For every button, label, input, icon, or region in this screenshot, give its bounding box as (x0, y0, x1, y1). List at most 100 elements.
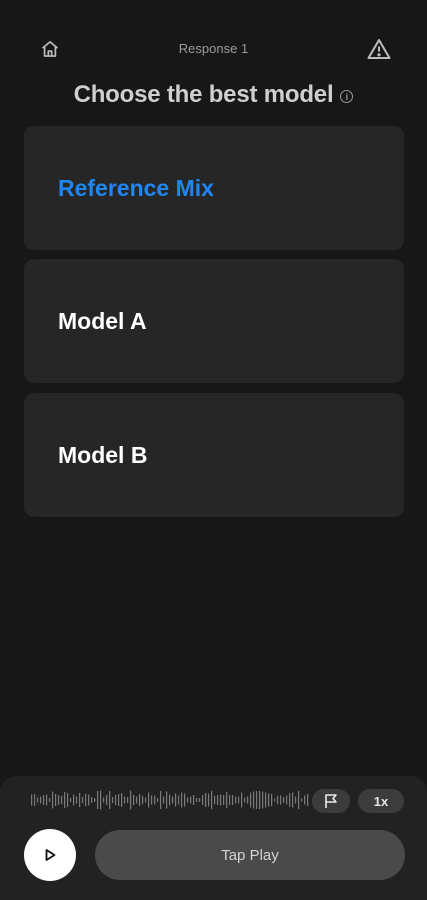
waveform-bar (163, 796, 165, 804)
waveform-bar (58, 795, 60, 805)
waveform-bar (178, 795, 180, 805)
waveform-bar (166, 791, 168, 809)
waveform-bar (40, 796, 42, 804)
waveform-bar (121, 793, 123, 807)
waveform-bar (217, 795, 219, 805)
waveform-bar (199, 798, 201, 802)
waveform-bar (298, 791, 300, 809)
waveform-bar (223, 795, 225, 805)
waveform-bar (154, 795, 156, 805)
waveform-bar (190, 796, 192, 804)
audio-player: 1x Tap Play (0, 776, 427, 900)
waveform-bar (250, 792, 252, 808)
waveform-bar (274, 798, 276, 802)
waveform-bar (271, 794, 273, 806)
waveform-bar (196, 798, 198, 802)
waveform-bar (292, 792, 294, 808)
warning-icon (367, 39, 391, 59)
waveform-bar (91, 797, 93, 803)
waveform-bar (268, 793, 270, 807)
waveform-bar (76, 796, 78, 804)
waveform-bar (214, 796, 216, 804)
waveform-bar (226, 792, 228, 808)
waveform-bar (34, 794, 36, 806)
heading-row: Choose the best model i (0, 80, 427, 110)
waveform-bar (124, 796, 126, 804)
waveform-bar (94, 798, 96, 802)
flag-icon (325, 794, 337, 808)
option-reference-mix[interactable]: Reference Mix (24, 126, 404, 250)
waveform-bar (73, 794, 75, 806)
waveform-bar (202, 795, 204, 805)
waveform-bar (193, 795, 195, 805)
flag-button[interactable] (312, 789, 350, 813)
waveform-bar (289, 793, 291, 807)
play-icon (45, 849, 56, 861)
waveform-bar (148, 792, 150, 808)
waveform-bar (49, 798, 51, 802)
waveform-icon[interactable] (30, 786, 310, 814)
top-bar: Response 1 (0, 0, 427, 80)
waveform-bar (151, 795, 153, 805)
waveform-bar (169, 794, 171, 806)
waveform-bar (106, 795, 108, 805)
waveform-bar (187, 797, 189, 803)
info-icon[interactable]: i (340, 90, 354, 103)
waveform-bar (67, 793, 69, 807)
waveform-bar (208, 793, 210, 807)
waveform-bar (286, 795, 288, 805)
waveform-bar (103, 797, 105, 803)
waveform-bar (97, 791, 99, 809)
waveform-bar (283, 797, 285, 803)
waveform-bar (52, 791, 54, 809)
waveform-bar (241, 792, 243, 808)
waveform-bar (100, 790, 102, 810)
waveform-bar (70, 798, 72, 802)
waveform-bar (301, 798, 303, 802)
waveform-bar (82, 797, 84, 803)
waveform-bar (256, 791, 258, 809)
waveform-bar (130, 790, 132, 810)
waveform-bar (64, 792, 66, 808)
waveform-bar (238, 796, 240, 804)
waveform-bar (232, 795, 234, 805)
waveform-bar (142, 796, 144, 804)
report-button[interactable] (365, 35, 393, 63)
waveform-bar (265, 792, 267, 808)
waveform-bar (304, 795, 306, 805)
option-model-a[interactable]: Model A (24, 259, 404, 383)
waveform-bar (145, 797, 147, 803)
waveform-bar (253, 791, 255, 809)
waveform-bar (172, 796, 174, 804)
waveform-bar (184, 793, 186, 807)
waveform-bar (139, 794, 141, 806)
waveform-bar (277, 796, 279, 804)
waveform-bar (211, 791, 213, 809)
play-button[interactable] (24, 829, 76, 881)
waveform-bar (259, 791, 261, 809)
tap-play-button[interactable]: Tap Play (95, 830, 405, 880)
waveform-bar (160, 791, 162, 809)
waveform-bar (109, 791, 111, 809)
waveform-bar (46, 794, 48, 806)
waveform-bar (136, 796, 138, 804)
waveform-bar (181, 792, 183, 808)
waveform-bar (112, 797, 114, 803)
waveform-bar (37, 797, 39, 803)
waveform-bar (133, 795, 135, 805)
playback-speed-button[interactable]: 1x (358, 789, 404, 813)
waveform-bar (175, 793, 177, 807)
waveform-bar (205, 793, 207, 807)
waveform-bar (55, 794, 57, 806)
waveform-bar (229, 795, 231, 805)
waveform-bar (247, 796, 249, 804)
waveform-bar (88, 794, 90, 806)
waveform-bar (115, 795, 117, 805)
waveform-bar (244, 797, 246, 803)
waveform-bar (235, 796, 237, 804)
option-model-b[interactable]: Model B (24, 393, 404, 517)
waveform-bar (220, 794, 222, 806)
waveform-bar (79, 793, 81, 807)
waveform-bar (157, 798, 159, 802)
section-heading: Choose the best model (73, 81, 334, 108)
